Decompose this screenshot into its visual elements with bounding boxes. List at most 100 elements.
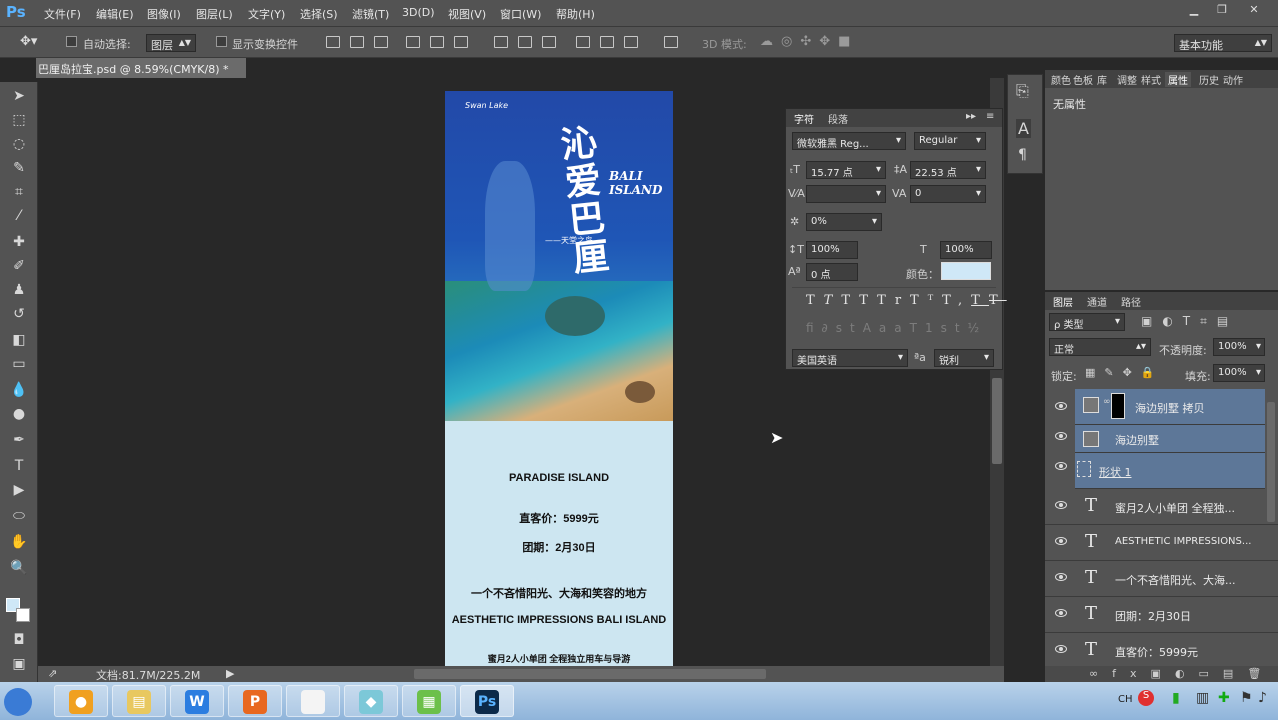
document-tab[interactable]: 巴厘岛拉宝.psd @ 8.59%(CMYK/8) * ×: [36, 58, 246, 90]
tab-character[interactable]: 字符: [794, 111, 814, 126]
taskbar-app-document[interactable]: [286, 685, 340, 717]
menu-layer[interactable]: 图层(L): [196, 6, 233, 22]
taskbar-app-photoshop[interactable]: Ps: [460, 685, 514, 717]
minimize-icon[interactable]: ▁: [1184, 3, 1204, 19]
zoom-tool-icon[interactable]: 🔍: [9, 558, 29, 578]
auto-select-checkbox[interactable]: [66, 36, 77, 47]
hand-tool-icon[interactable]: ✋: [9, 532, 29, 552]
menu-select[interactable]: 选择(S): [300, 6, 338, 22]
distribute-bottom-icon[interactable]: [542, 36, 556, 48]
taskbar-app-explorer[interactable]: ▤: [112, 685, 166, 717]
brush-tool-icon[interactable]: ✐: [9, 256, 29, 276]
visibility-eye-icon[interactable]: [1055, 573, 1067, 581]
layer-row-aesthetic[interactable]: T AESTHETIC IMPRESSIONS...: [1045, 525, 1278, 561]
horizontal-scale-input[interactable]: 100%: [940, 241, 992, 259]
lock-icons[interactable]: ▦✎✥🔒: [1085, 366, 1164, 379]
font-style-select[interactable]: Regular ▾: [914, 132, 986, 150]
taskbar-app-360[interactable]: ●: [54, 685, 108, 717]
tab-color[interactable]: 颜色: [1051, 72, 1071, 87]
tab-channels[interactable]: 通道: [1087, 294, 1107, 309]
align-right-icon[interactable]: [454, 36, 468, 48]
ime-icon[interactable]: S: [1138, 690, 1154, 706]
collapse-icon[interactable]: ▸▸: [966, 111, 976, 122]
antialias-select[interactable]: 锐利 ▾: [934, 349, 994, 367]
healing-tool-icon[interactable]: ✚: [9, 232, 29, 252]
pen-tool-icon[interactable]: ✒: [9, 430, 29, 450]
quick-select-tool-icon[interactable]: ✎: [9, 158, 29, 178]
tab-history[interactable]: 历史: [1199, 72, 1219, 87]
shape-tool-icon[interactable]: ⬭: [9, 506, 29, 526]
stamp-tool-icon[interactable]: ♟: [9, 280, 29, 300]
fill-input[interactable]: 100% ▾: [1213, 364, 1265, 382]
status-export-icon[interactable]: ⇗: [48, 667, 57, 680]
kerning-input[interactable]: ▾: [806, 185, 886, 203]
menu-filter[interactable]: 滤镜(T): [352, 6, 389, 22]
history-panel-icon[interactable]: ⎘: [1016, 81, 1029, 101]
text-color-swatch[interactable]: [941, 262, 991, 280]
font-family-select[interactable]: 微软雅黑 Reg... ▾: [792, 132, 906, 150]
layer-row-villa-copy[interactable]: ∞ 海边别墅 拷贝: [1075, 389, 1265, 425]
taskbar-app-tool[interactable]: ◆: [344, 685, 398, 717]
restore-icon[interactable]: ❐: [1212, 3, 1232, 19]
menu-file[interactable]: 文件(F): [44, 6, 81, 22]
tab-styles[interactable]: 样式: [1141, 72, 1161, 87]
auto-align-icon[interactable]: [664, 36, 678, 48]
marquee-tool-icon[interactable]: ⬚: [9, 110, 29, 130]
tab-adjustments[interactable]: 调整: [1117, 72, 1137, 87]
opentype-buttons[interactable]: ﬁ∂stAaaT1st½: [806, 321, 987, 335]
horizontal-scroll-thumb[interactable]: [414, 669, 766, 679]
tab-swatches[interactable]: 色板: [1073, 72, 1093, 87]
visibility-eye-icon[interactable]: [1055, 645, 1067, 653]
layer-row-shape-1[interactable]: 形状 1: [1075, 453, 1265, 489]
blend-mode-select[interactable]: 正常 ▴▾: [1049, 338, 1151, 356]
menu-view[interactable]: 视图(V): [448, 6, 486, 22]
tab-paths[interactable]: 路径: [1121, 294, 1141, 309]
tab-properties[interactable]: 属性: [1165, 72, 1191, 87]
leading-input[interactable]: 22.53 点 ▾: [910, 161, 986, 179]
visibility-eye-icon[interactable]: [1055, 402, 1067, 410]
layer-row-honeymoon[interactable]: T 蜜月2人小单团 全程独...: [1045, 489, 1278, 525]
battery-icon[interactable]: ▮: [1172, 690, 1180, 706]
screen-mode-icon[interactable]: ▣: [9, 654, 29, 674]
menu-window[interactable]: 窗口(W): [500, 6, 541, 22]
layer-filter-select[interactable]: ρ 类型 ▾: [1049, 313, 1125, 331]
align-bottom-icon[interactable]: [374, 36, 388, 48]
move-tool-icon[interactable]: ➤: [9, 86, 29, 106]
visibility-eye-icon[interactable]: [1055, 432, 1067, 440]
vertical-scroll-thumb[interactable]: [992, 378, 1002, 464]
path-select-tool-icon[interactable]: ▶: [9, 480, 29, 500]
workspace-dropdown[interactable]: 基本功能 ▲▼: [1174, 34, 1272, 52]
blur-tool-icon[interactable]: 💧: [9, 380, 29, 400]
paragraph-panel-icon[interactable]: ¶: [1018, 147, 1027, 163]
poster-document[interactable]: Swan Lake 沁爱巴厘 BALI ISLAND ——天堂之岛 PARADI…: [445, 91, 673, 666]
opacity-input[interactable]: 100% ▾: [1213, 338, 1265, 356]
tab-library[interactable]: 库: [1097, 72, 1107, 87]
menu-help[interactable]: 帮助(H): [556, 6, 595, 22]
visibility-eye-icon[interactable]: [1055, 462, 1067, 470]
layer-action-icons[interactable]: ∞fx▣◐▭▤🗑: [1089, 667, 1275, 680]
tab-paragraph[interactable]: 段落: [828, 111, 848, 126]
background-color-swatch[interactable]: [16, 608, 30, 622]
visibility-eye-icon[interactable]: [1055, 501, 1067, 509]
visibility-eye-icon[interactable]: [1055, 537, 1067, 545]
type-tool-icon[interactable]: T: [9, 456, 29, 476]
menu-edit[interactable]: 编辑(E): [96, 6, 134, 22]
move-tool-icon[interactable]: ✥▾: [20, 34, 37, 49]
visibility-eye-icon[interactable]: [1055, 609, 1067, 617]
character-panel-icon[interactable]: A: [1016, 119, 1031, 138]
auto-select-dropdown[interactable]: 图层 ▲▼: [146, 34, 196, 52]
distribute-right-icon[interactable]: [624, 36, 638, 48]
tsume-input[interactable]: 0% ▾: [806, 213, 882, 231]
lasso-tool-icon[interactable]: ◌: [9, 134, 29, 154]
crop-tool-icon[interactable]: ⌗: [9, 182, 29, 202]
baseline-shift-input[interactable]: 0 点: [806, 263, 858, 281]
align-hcenter-icon[interactable]: [430, 36, 444, 48]
status-arrow-icon[interactable]: ▶: [226, 667, 234, 680]
align-vcenter-icon[interactable]: [350, 36, 364, 48]
quick-mask-icon[interactable]: ◘: [9, 630, 29, 650]
align-top-icon[interactable]: [326, 36, 340, 48]
layer-filter-icons[interactable]: ▣◐T⌗▤: [1141, 314, 1238, 329]
type-style-buttons[interactable]: TTTTTrTᵀT,TT: [806, 293, 1007, 308]
taskbar-app-wps-presentation[interactable]: P: [228, 685, 282, 717]
close-icon[interactable]: ✕: [1244, 3, 1264, 19]
